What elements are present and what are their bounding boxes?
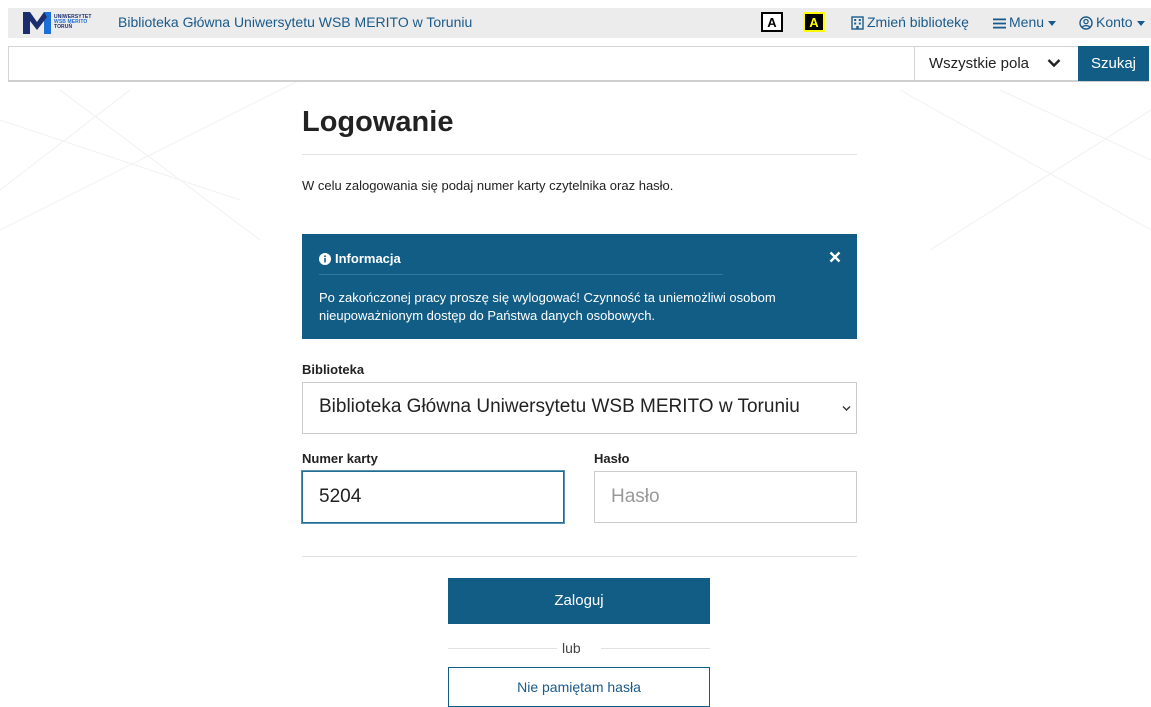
building-icon xyxy=(851,16,864,30)
logo-line-3: TORUŃ xyxy=(54,24,73,30)
card-number-input[interactable]: 5204 xyxy=(302,471,564,523)
change-library-link[interactable]: Zmień bibliotekę xyxy=(851,14,969,30)
account-label: Konto xyxy=(1096,14,1133,30)
info-alert: Informacja Po zakończonej pracy proszę s… xyxy=(302,234,857,339)
library-label: Biblioteka xyxy=(302,362,365,377)
alert-body: Po zakończonej pracy proszę się wylogowa… xyxy=(319,290,776,323)
or-text: lub xyxy=(562,640,581,656)
close-icon[interactable] xyxy=(828,250,842,264)
library-select[interactable]: Biblioteka Główna Uniwersytetu WSB MERIT… xyxy=(302,382,857,434)
password-placeholder: Hasło xyxy=(611,486,660,507)
or-divider-right xyxy=(601,648,710,649)
page-title: Logowanie xyxy=(302,106,454,138)
account-caret-icon xyxy=(1136,20,1145,26)
merito-logo-icon xyxy=(23,12,51,34)
search-bar: Wszystkie pola Szukaj xyxy=(8,46,1149,82)
card-number-value: 5204 xyxy=(319,486,362,507)
site-title-link[interactable]: Biblioteka Główna Uniwersytetu WSB MERIT… xyxy=(118,14,472,30)
menu-caret-icon xyxy=(1048,20,1057,26)
search-field-select[interactable]: Wszystkie pola xyxy=(914,47,1078,80)
menu-dropdown[interactable]: Menu xyxy=(993,14,1057,30)
account-dropdown[interactable]: Konto xyxy=(1079,14,1145,30)
chevron-down-icon xyxy=(1047,59,1061,68)
contrast-normal-button[interactable]: A xyxy=(761,12,783,32)
intro-text: W celu zalogowania się podaj numer karty… xyxy=(302,178,674,193)
search-input[interactable] xyxy=(9,47,913,80)
university-logo[interactable]: UNIWERSYTET WSB MERITO TORUŃ xyxy=(23,12,103,34)
password-input[interactable]: Hasło xyxy=(594,471,857,523)
or-divider-left xyxy=(448,648,557,649)
login-button[interactable]: Zaloguj xyxy=(448,578,710,624)
divider xyxy=(302,154,857,155)
search-button[interactable]: Szukaj xyxy=(1078,46,1149,81)
contrast-high-button[interactable]: A xyxy=(803,12,825,32)
search-field-selected: Wszystkie pola xyxy=(929,55,1030,72)
divider xyxy=(302,556,857,557)
alert-header: Informacja xyxy=(319,251,401,266)
library-select-value: Biblioteka Główna Uniwersytetu WSB MERIT… xyxy=(319,396,800,417)
forgot-password-button[interactable]: Nie pamiętam hasła xyxy=(448,667,710,707)
card-number-label: Numer karty xyxy=(302,451,378,466)
change-library-label: Zmień bibliotekę xyxy=(867,14,969,30)
alert-divider xyxy=(319,274,723,275)
hamburger-icon xyxy=(993,18,1006,29)
menu-label: Menu xyxy=(1009,14,1045,30)
alert-title: Informacja xyxy=(335,251,401,266)
chevron-down-icon xyxy=(842,406,851,411)
password-label: Hasło xyxy=(594,451,630,466)
user-circle-icon xyxy=(1079,16,1093,30)
top-navigation-bar: UNIWERSYTET WSB MERITO TORUŃ Biblioteka … xyxy=(8,8,1151,38)
logo-text: UNIWERSYTET WSB MERITO TORUŃ xyxy=(54,15,92,30)
info-circle-icon xyxy=(319,253,331,265)
